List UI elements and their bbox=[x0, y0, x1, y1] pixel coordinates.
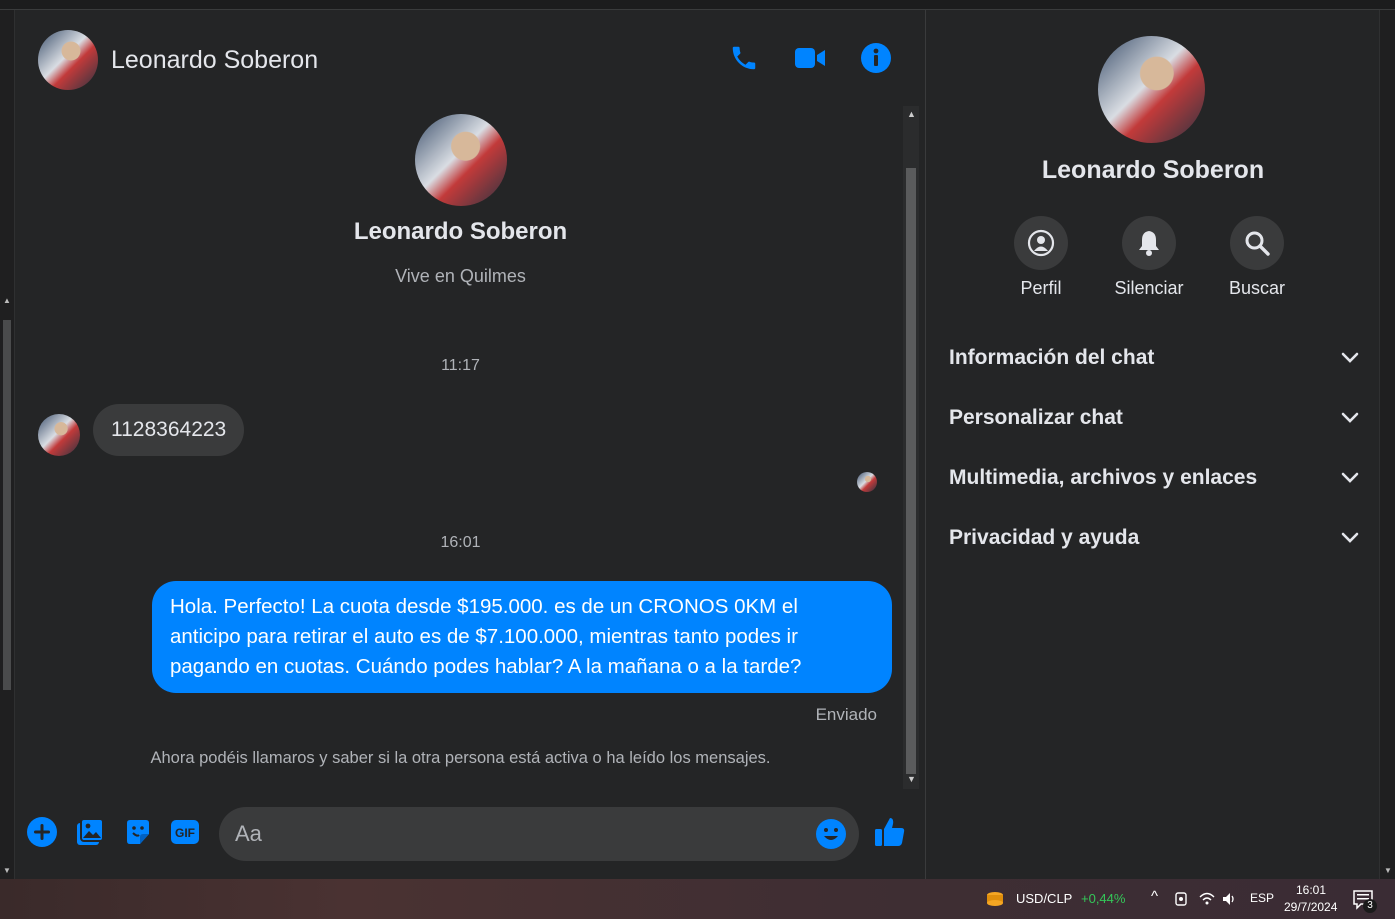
notification-count: 3 bbox=[1363, 899, 1377, 913]
search-icon[interactable] bbox=[1230, 216, 1284, 270]
incoming-message[interactable]: 1128364223 bbox=[93, 404, 245, 456]
message-input-box[interactable] bbox=[219, 807, 859, 861]
scroll-up-arrow[interactable]: ▲ bbox=[3, 296, 11, 305]
section-label: Información del chat bbox=[949, 346, 1155, 369]
scroll-down-arrow[interactable]: ▼ bbox=[907, 774, 916, 784]
plus-icon[interactable] bbox=[24, 814, 60, 850]
ticker-symbol[interactable]: USD/CLP bbox=[1016, 891, 1072, 906]
profile-avatar[interactable] bbox=[415, 114, 507, 206]
search-action[interactable]: Buscar bbox=[1207, 216, 1307, 299]
ticker-change: +0,44% bbox=[1081, 891, 1126, 906]
message-input[interactable] bbox=[235, 807, 795, 861]
profile-name: Leonardo Soberon bbox=[353, 218, 568, 245]
mute-action-label: Silenciar bbox=[1114, 278, 1184, 298]
chevron-down-icon bbox=[1341, 532, 1359, 543]
windows-taskbar: USD/CLP +0,44% ^ ESP 16:01 29/7/2024 3 bbox=[0, 879, 1395, 919]
profile-action-label: Perfil bbox=[1020, 278, 1062, 298]
section-media-files-links[interactable]: Multimedia, archivos y enlaces bbox=[949, 458, 1359, 498]
chevron-down-icon bbox=[1341, 352, 1359, 363]
mute-action[interactable]: Silenciar bbox=[1099, 216, 1199, 299]
avatar[interactable] bbox=[38, 30, 98, 90]
clock-time[interactable]: 16:01 bbox=[1296, 883, 1326, 897]
bell-icon[interactable] bbox=[1122, 216, 1176, 270]
wifi-icon[interactable] bbox=[1199, 891, 1215, 907]
profile-action[interactable]: Perfil bbox=[991, 216, 1091, 299]
left-scrollbar[interactable]: ▲ ▼ bbox=[0, 10, 15, 879]
scroll-down-arrow[interactable]: ▼ bbox=[1384, 866, 1392, 875]
gif-label: GIF bbox=[175, 826, 195, 840]
sidebar-avatar[interactable] bbox=[1098, 36, 1205, 143]
chat-header: Leonardo Soberon bbox=[15, 10, 925, 106]
phone-icon[interactable] bbox=[726, 40, 762, 76]
conversation-info-sidebar: Leonardo Soberon Perfil Silenciar Buscar… bbox=[925, 10, 1379, 879]
timestamp: 11:17 bbox=[441, 357, 480, 374]
right-edge: ▼ bbox=[1379, 10, 1395, 879]
scroll-down-arrow[interactable]: ▼ bbox=[3, 866, 11, 875]
photo-icon[interactable] bbox=[72, 814, 108, 850]
chevron-up-icon[interactable]: ^ bbox=[1151, 888, 1158, 905]
info-icon[interactable] bbox=[858, 40, 894, 76]
chevron-down-icon bbox=[1341, 472, 1359, 483]
search-action-label: Buscar bbox=[1228, 278, 1286, 298]
window-top-bar bbox=[0, 0, 1395, 10]
section-privacy-help[interactable]: Privacidad y ayuda bbox=[949, 518, 1359, 558]
video-icon[interactable] bbox=[792, 40, 828, 76]
scrollbar-thumb[interactable] bbox=[906, 168, 916, 774]
sidebar-contact-name: Leonardo Soberon bbox=[1041, 156, 1265, 184]
chat-pane: Leonardo Soberon ▲ ▼ Leonardo Soberon Vi… bbox=[15, 10, 925, 879]
read-receipt-avatar bbox=[857, 472, 877, 492]
section-customize-chat[interactable]: Personalizar chat bbox=[949, 398, 1359, 438]
contact-name[interactable]: Leonardo Soberon bbox=[111, 46, 318, 75]
chevron-down-icon bbox=[1341, 412, 1359, 423]
timestamp: 16:01 bbox=[440, 534, 481, 551]
outgoing-message[interactable]: Hola. Perfecto! La cuota desde $195.000.… bbox=[152, 581, 892, 693]
composer: GIF bbox=[15, 800, 925, 879]
sender-avatar[interactable] bbox=[38, 414, 80, 456]
profile-icon[interactable] bbox=[1014, 216, 1068, 270]
gif-icon[interactable]: GIF bbox=[167, 814, 203, 850]
message-status: Enviado bbox=[815, 705, 877, 724]
messenger-window: ▲ ▼ ▼ Leonardo Soberon ▲ ▼ Leonardo Sobe… bbox=[0, 0, 1395, 879]
language-indicator[interactable]: ESP bbox=[1250, 891, 1274, 905]
scroll-up-arrow[interactable]: ▲ bbox=[907, 109, 916, 119]
emoji-icon[interactable] bbox=[815, 818, 847, 850]
volume-icon[interactable] bbox=[1221, 891, 1237, 907]
section-label: Multimedia, archivos y enlaces bbox=[949, 466, 1258, 489]
profile-location: Vive en Quilmes bbox=[395, 266, 526, 286]
scrollbar-thumb[interactable] bbox=[3, 320, 11, 690]
coins-icon[interactable] bbox=[985, 889, 1005, 909]
clock-date[interactable]: 29/7/2024 bbox=[1284, 900, 1337, 914]
section-label: Privacidad y ayuda bbox=[949, 526, 1140, 549]
section-chat-info[interactable]: Información del chat bbox=[949, 338, 1359, 378]
section-label: Personalizar chat bbox=[949, 406, 1123, 429]
system-notice: Ahora podéis llamaros y saber si la otra… bbox=[150, 749, 771, 767]
sticker-icon[interactable] bbox=[120, 814, 156, 850]
device-icon[interactable] bbox=[1174, 891, 1188, 907]
like-icon[interactable] bbox=[872, 814, 908, 850]
chat-scrollbar[interactable]: ▲ ▼ bbox=[903, 106, 919, 789]
